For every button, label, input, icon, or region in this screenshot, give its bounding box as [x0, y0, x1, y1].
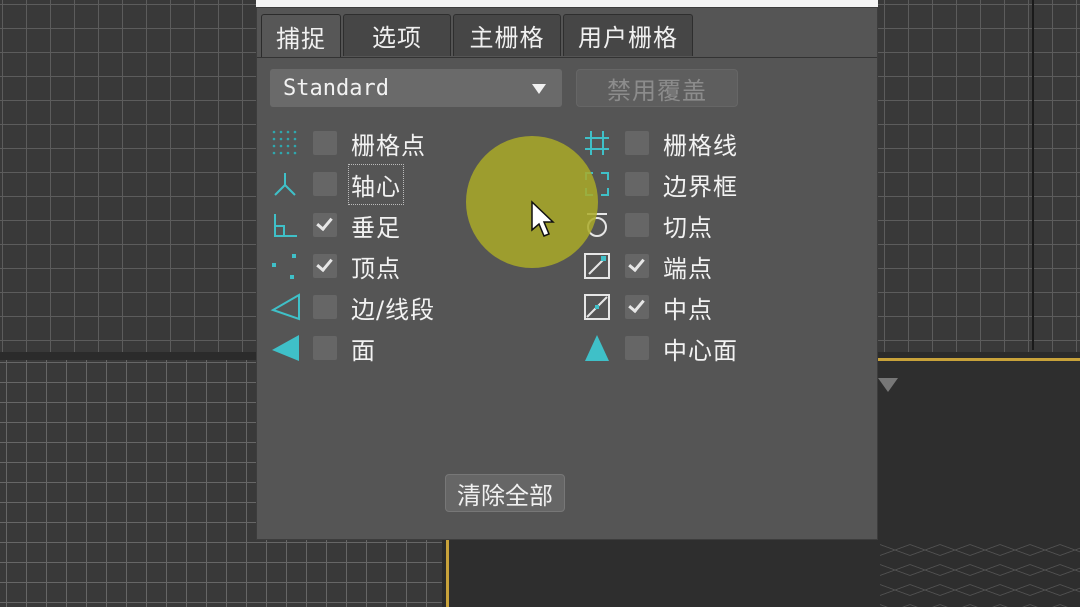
snap-edge-segment[interactable]: 边/线段 [265, 290, 435, 324]
snap-endpoint[interactable]: 端点 [577, 249, 713, 283]
clear-all-button[interactable]: 清除全部 [445, 474, 565, 512]
midpoint-icon [577, 290, 617, 324]
checkbox-bounding-box[interactable] [625, 172, 649, 196]
snap-face[interactable]: 面 [265, 331, 376, 365]
checkbox-midpoint[interactable] [625, 295, 649, 319]
snap-pivot[interactable]: 轴心 [265, 163, 404, 205]
tab-user-grids[interactable]: 用户栅格 [563, 14, 693, 56]
checkbox-edge-segment[interactable] [313, 295, 337, 319]
tab-snaps[interactable]: 捕捉 [261, 14, 341, 58]
snap-preset-value: Standard [283, 75, 389, 101]
override-off-button[interactable]: 禁用覆盖 [576, 69, 738, 107]
edge-segment-icon [265, 290, 305, 324]
label-midpoint: 中点 [663, 295, 713, 324]
label-bounding-box: 边界框 [663, 172, 738, 201]
snap-settings-panel: 捕捉 选项 主栅格 用户栅格 Standard 禁用覆盖 栅格点 轴心 垂足 顶… [256, 7, 878, 540]
snap-bounding-box[interactable]: 边界框 [577, 167, 738, 201]
label-grid-lines: 栅格线 [663, 131, 738, 160]
label-face: 面 [351, 336, 376, 365]
label-edge-segment: 边/线段 [351, 295, 436, 324]
checkbox-center-face[interactable] [625, 336, 649, 360]
grid-points-icon [265, 126, 305, 160]
tab-bar: 捕捉 选项 主栅格 用户栅格 [261, 14, 695, 58]
snap-grid-lines[interactable]: 栅格线 [577, 126, 738, 160]
label-perpendicular: 垂足 [351, 213, 401, 242]
grid-lines-icon [577, 126, 617, 160]
endpoint-icon [577, 249, 617, 283]
checkbox-grid-points[interactable] [313, 131, 337, 155]
label-vertex: 顶点 [351, 254, 401, 283]
face-icon [265, 331, 305, 365]
label-center-face: 中心面 [663, 336, 738, 365]
checkbox-perpendicular[interactable] [313, 213, 337, 237]
checkbox-face[interactable] [313, 336, 337, 360]
snap-vertex[interactable]: 顶点 [265, 249, 401, 283]
snap-center-face[interactable]: 中心面 [577, 331, 738, 365]
center-face-icon [577, 331, 617, 365]
label-tangent: 切点 [663, 213, 713, 242]
tab-options[interactable]: 选项 [343, 14, 451, 56]
tab-divider [257, 57, 877, 58]
label-grid-points: 栅格点 [351, 131, 426, 160]
snap-grid-points[interactable]: 栅格点 [265, 126, 426, 160]
checkbox-tangent[interactable] [625, 213, 649, 237]
checkbox-pivot[interactable] [313, 172, 337, 196]
perspective-grid [880, 540, 1080, 607]
snap-preset-dropdown[interactable]: Standard [270, 69, 562, 107]
chevron-down-icon [532, 84, 546, 94]
checkbox-vertex[interactable] [313, 254, 337, 278]
pivot-icon [265, 167, 305, 201]
checkbox-grid-lines[interactable] [625, 131, 649, 155]
label-pivot: 轴心 [348, 163, 404, 205]
perpendicular-icon [265, 208, 305, 242]
viewport-top-right[interactable] [878, 0, 1080, 352]
vertex-icon [265, 249, 305, 283]
snap-perpendicular[interactable]: 垂足 [265, 208, 401, 242]
snap-midpoint[interactable]: 中点 [577, 290, 713, 324]
tab-home-grid[interactable]: 主栅格 [453, 14, 561, 56]
viewport-top-left[interactable] [0, 0, 256, 352]
viewport-menu-icon[interactable] [878, 378, 898, 392]
dialog-title-strip [256, 0, 878, 7]
label-endpoint: 端点 [663, 254, 713, 283]
snap-tangent[interactable]: 切点 [577, 208, 713, 242]
viewport-divider [1032, 0, 1034, 350]
checkbox-endpoint[interactable] [625, 254, 649, 278]
mouse-cursor-icon [531, 200, 555, 237]
